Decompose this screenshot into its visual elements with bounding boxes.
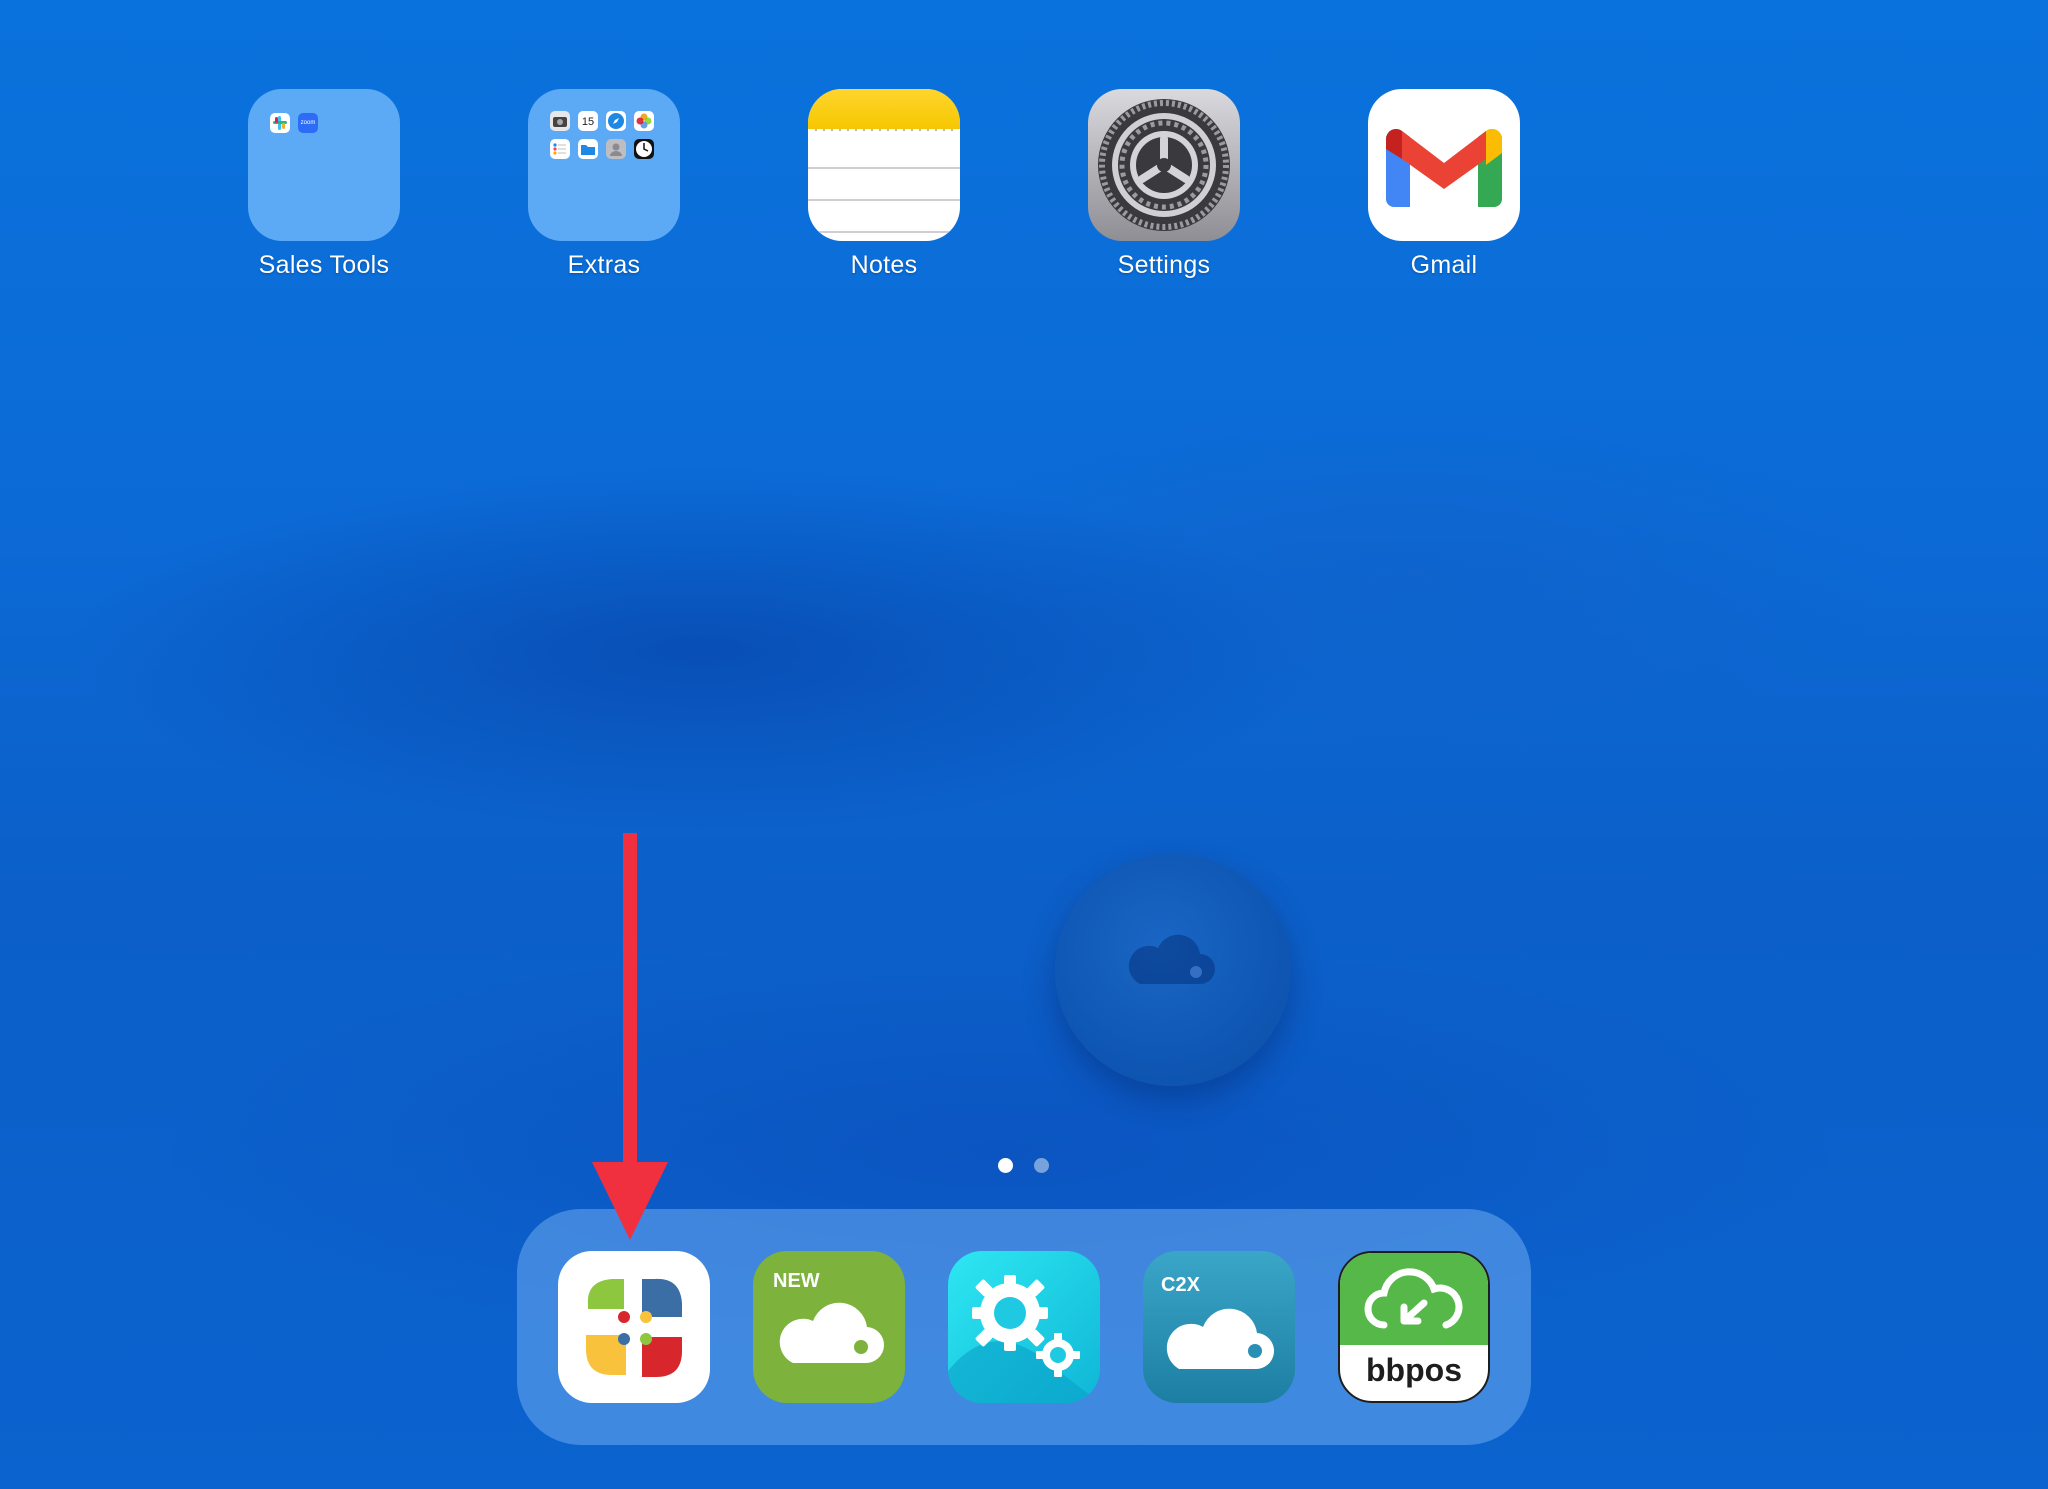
zoom-icon: zoom bbox=[298, 113, 318, 133]
app-label: Sales Tools bbox=[258, 251, 390, 279]
contacts-icon bbox=[606, 139, 626, 159]
dock-app-3[interactable] bbox=[948, 1251, 1100, 1403]
badge-text: C2X bbox=[1161, 1274, 1201, 1296]
wallpaper-cloud-icon bbox=[1128, 934, 1215, 984]
camera-icon bbox=[550, 111, 570, 131]
app-label: Extras bbox=[567, 251, 641, 279]
photos-icon bbox=[634, 111, 654, 131]
tiles-app-icon bbox=[586, 1278, 682, 1377]
badge-text: NEW bbox=[773, 1270, 820, 1292]
reminders-icon bbox=[550, 139, 570, 159]
gear-icon[interactable] bbox=[1088, 89, 1240, 241]
dock-app-5[interactable]: bbpos bbox=[1338, 1251, 1490, 1403]
bbpos-cloud-icon: bbpos bbox=[1340, 1253, 1488, 1388]
app-label: Notes bbox=[850, 251, 918, 279]
files-icon bbox=[578, 139, 598, 159]
folder-sales-tools[interactable]: zoom Sales Tools bbox=[248, 89, 400, 280]
app-gmail[interactable]: Gmail bbox=[1368, 89, 1520, 280]
page-dot-active[interactable] bbox=[998, 1158, 1013, 1173]
page-dot[interactable] bbox=[1034, 1158, 1049, 1173]
app-settings[interactable]: Settings bbox=[1088, 89, 1240, 280]
app-label: Settings bbox=[1117, 251, 1211, 279]
app-notes[interactable]: Notes bbox=[808, 89, 960, 280]
folder-extras[interactable]: 15 Extras bbox=[528, 89, 680, 280]
gears-app-icon bbox=[948, 1275, 1100, 1403]
calendar-icon: 15 bbox=[578, 111, 598, 131]
dock-app-1[interactable] bbox=[558, 1251, 710, 1403]
cloud-app-icon: C2X bbox=[1161, 1274, 1275, 1370]
safari-icon bbox=[606, 111, 626, 131]
folder-icon[interactable]: 15 bbox=[528, 89, 680, 241]
gmail-icon[interactable] bbox=[1368, 89, 1520, 241]
cloud-app-icon: NEW bbox=[773, 1270, 885, 1364]
clock-icon bbox=[634, 139, 654, 159]
app-label: Gmail bbox=[1410, 251, 1478, 279]
dock: NEW C2X bbpos bbox=[517, 1209, 1531, 1445]
dock-app-4[interactable]: C2X bbox=[1143, 1251, 1295, 1403]
slack-icon bbox=[270, 113, 290, 133]
folder-icon[interactable]: zoom bbox=[248, 89, 400, 241]
notes-icon[interactable] bbox=[808, 89, 960, 241]
bbpos-brand-text: bbpos bbox=[1366, 1352, 1462, 1388]
dock-app-2[interactable]: NEW bbox=[753, 1251, 905, 1403]
wallpaper-ball bbox=[1055, 854, 1291, 1086]
